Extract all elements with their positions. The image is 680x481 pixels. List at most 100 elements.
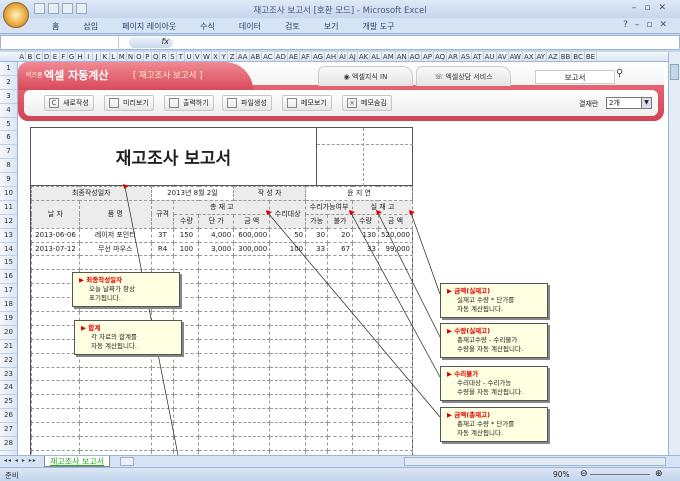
scroll-thumb[interactable]: [670, 64, 679, 80]
column-header[interactable]: AI: [338, 52, 348, 61]
row-header[interactable]: 22: [0, 354, 17, 368]
column-header[interactable]: K: [101, 52, 110, 61]
column-header[interactable]: AQ: [434, 52, 448, 61]
zoom-level[interactable]: 90%: [553, 470, 570, 479]
row-header[interactable]: 5: [0, 118, 17, 132]
column-header[interactable]: AV: [497, 52, 509, 61]
column-header[interactable]: AG: [312, 52, 326, 61]
tab-insert[interactable]: 삽입: [71, 18, 110, 33]
row-header[interactable]: 2: [0, 76, 17, 90]
help-icon[interactable]: ?–▫✕: [623, 20, 674, 30]
undo-icon[interactable]: [48, 3, 59, 14]
zoom-out-icon[interactable]: ⊖: [580, 469, 588, 479]
window-controls[interactable]: –▫✕: [632, 3, 674, 13]
tab-view[interactable]: 보기: [312, 18, 351, 33]
column-header[interactable]: J: [93, 52, 102, 61]
column-header[interactable]: Y: [220, 52, 229, 61]
tab-page-layout[interactable]: 페이지 레이아웃: [110, 18, 188, 33]
zoom-slider[interactable]: [590, 474, 650, 475]
tab-home[interactable]: 홈: [40, 18, 71, 33]
sheet-nav-arrows[interactable]: ◂◂ ◂ ▸ ▸▸: [4, 457, 37, 464]
row-header[interactable]: 13: [0, 229, 17, 243]
column-header[interactable]: R: [160, 52, 169, 61]
column-header[interactable]: Q: [152, 52, 161, 61]
column-header[interactable]: V: [194, 52, 202, 61]
column-header[interactable]: BC: [572, 52, 585, 61]
row-header[interactable]: 15: [0, 256, 17, 271]
row-header[interactable]: 16: [0, 270, 17, 285]
print-icon[interactable]: [76, 3, 87, 14]
column-header[interactable]: A: [18, 52, 27, 61]
fx-button[interactable]: fx: [129, 37, 173, 48]
row-header[interactable]: 19: [0, 312, 17, 326]
row-header[interactable]: 9: [0, 173, 17, 188]
save-icon[interactable]: [34, 3, 45, 14]
column-header[interactable]: X: [212, 52, 221, 61]
row-header[interactable]: 23: [0, 368, 17, 382]
row-header[interactable]: 3: [0, 90, 17, 104]
column-header[interactable]: M: [118, 52, 127, 61]
row-header[interactable]: 25: [0, 395, 17, 410]
row-header[interactable]: 28: [0, 437, 17, 451]
column-header[interactable]: AO: [409, 52, 422, 61]
column-header[interactable]: P: [144, 52, 152, 61]
row-header[interactable]: 11: [0, 201, 17, 215]
row-header[interactable]: 12: [0, 215, 17, 229]
sheet-tab[interactable]: 재고조사 보고서: [44, 456, 111, 467]
column-header[interactable]: C: [35, 52, 43, 61]
column-header[interactable]: AW: [509, 52, 523, 61]
insert-sheet-icon[interactable]: [120, 457, 134, 466]
row-header[interactable]: 21: [0, 340, 17, 354]
formula-bar[interactable]: fx: [0, 35, 680, 50]
row-header[interactable]: 6: [0, 131, 17, 146]
column-header[interactable]: AB: [250, 52, 263, 61]
tab-developer[interactable]: 개발 도구: [350, 18, 406, 33]
column-header[interactable]: F: [60, 52, 68, 61]
tab-formulas[interactable]: 수식: [188, 18, 227, 33]
column-header[interactable]: S: [169, 52, 178, 61]
name-box[interactable]: [1, 36, 119, 49]
row-header[interactable]: 20: [0, 326, 17, 340]
vertical-scrollbar[interactable]: [668, 52, 680, 455]
column-header[interactable]: AH: [325, 52, 339, 61]
column-header[interactable]: D: [43, 52, 52, 61]
column-header[interactable]: AP: [422, 52, 434, 61]
column-header[interactable]: AD: [275, 52, 288, 61]
row-header[interactable]: 10: [0, 187, 17, 201]
column-header[interactable]: U: [185, 52, 194, 61]
column-header[interactable]: AX: [523, 52, 536, 61]
row-header[interactable]: 8: [0, 159, 17, 174]
tab-review[interactable]: 검토: [273, 18, 312, 33]
row-header[interactable]: 17: [0, 284, 17, 299]
row-header[interactable]: 24: [0, 381, 17, 396]
column-header[interactable]: AT: [472, 52, 484, 61]
column-header[interactable]: AZ: [547, 52, 560, 61]
column-header[interactable]: Z: [228, 52, 237, 61]
row-header[interactable]: 27: [0, 423, 17, 438]
row-header[interactable]: 26: [0, 409, 17, 424]
column-header[interactable]: AM: [382, 52, 396, 61]
column-header[interactable]: N: [127, 52, 136, 61]
column-header[interactable]: BB: [560, 52, 573, 61]
column-header[interactable]: T: [177, 52, 186, 61]
column-header[interactable]: AA: [237, 52, 250, 61]
column-header[interactable]: H: [76, 52, 85, 61]
column-header[interactable]: AJ: [348, 52, 358, 61]
column-header[interactable]: AE: [288, 52, 301, 61]
column-header[interactable]: AS: [460, 52, 473, 61]
column-header[interactable]: AU: [484, 52, 497, 61]
column-header[interactable]: AN: [396, 52, 409, 61]
column-header[interactable]: AK: [358, 52, 371, 61]
tab-data[interactable]: 데이터: [227, 18, 273, 33]
row-header[interactable]: 4: [0, 104, 17, 118]
quick-access-toolbar[interactable]: [34, 3, 87, 14]
redo-icon[interactable]: [62, 3, 73, 14]
column-header[interactable]: E: [51, 52, 60, 61]
column-header[interactable]: BE: [585, 52, 598, 61]
worksheet[interactable]: 비즈폼 엑셀 자동계산 [ 재고조사 보고서 ] ◉ 엑셀지식 IN ☏ 엑셀상…: [18, 62, 668, 455]
column-header[interactable]: B: [26, 52, 35, 61]
column-header[interactable]: AL: [370, 52, 382, 61]
office-button[interactable]: [3, 2, 29, 28]
row-header[interactable]: 18: [0, 298, 17, 313]
column-header[interactable]: AF: [300, 52, 312, 61]
